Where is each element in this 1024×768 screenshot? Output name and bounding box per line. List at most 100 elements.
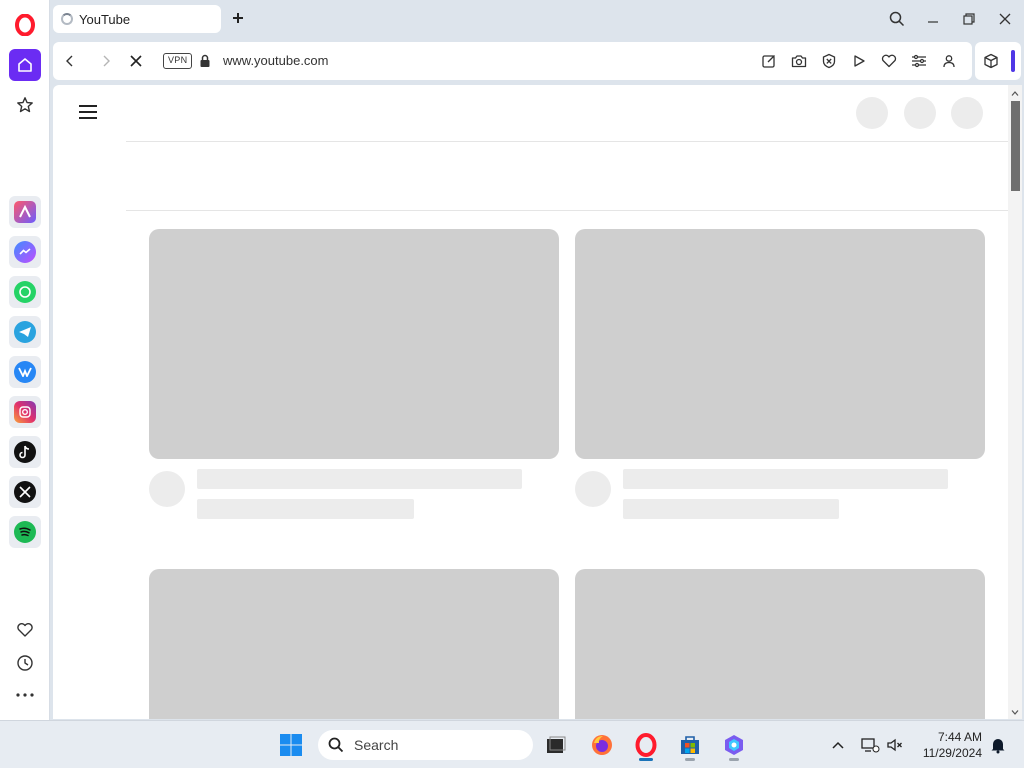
account-button[interactable] [940,52,958,70]
microsoft-store-icon [681,736,699,754]
menu-hamburger-icon[interactable] [79,105,99,121]
camera-icon [791,55,807,68]
whatsapp-icon [14,281,36,303]
settings-sliders-icon [912,54,926,68]
system-clock[interactable]: 7:44 AM 11/29/2024 [912,729,982,761]
url-field[interactable]: www.youtube.com [223,53,329,68]
plus-icon [233,13,243,23]
header-skeleton-circle [951,97,983,129]
sidebar-spotify-button[interactable] [9,516,41,548]
snapshot-button[interactable] [790,52,808,70]
page-scrollbar[interactable] [1008,85,1022,719]
easy-setup-button[interactable] [910,52,928,70]
volume-button[interactable] [879,729,911,761]
home-icon [18,58,32,72]
copilot-icon [725,735,743,755]
minimize-button[interactable] [919,6,947,32]
x-icon [14,481,36,503]
player-button[interactable] [850,52,868,70]
user-icon [943,55,955,68]
show-hidden-icons-button[interactable] [822,729,854,761]
clock-time: 7:44 AM [937,730,982,744]
sidebar-tiktok-button[interactable] [9,436,41,468]
opera-logo-icon[interactable] [15,13,35,37]
speaker-muted-icon [887,738,902,752]
sidebar-messenger-button[interactable] [9,236,41,268]
clock-icon [17,655,33,671]
sidebar-home-button[interactable] [9,49,41,81]
more-dots-icon [16,693,34,697]
copilot-taskbar-button[interactable] [718,729,750,761]
clock-date: 11/29/2024 [922,746,982,760]
channel-avatar-skeleton [575,471,611,507]
telegram-icon [14,321,36,343]
notifications-button[interactable] [982,729,1014,761]
sidebar-more-button[interactable] [9,679,41,711]
minimize-icon [928,21,938,23]
loading-spinner-icon [61,13,73,25]
video-meta-skeleton [623,499,839,519]
vk-icon [14,361,36,383]
messenger-icon [14,241,36,263]
sidebar-pinboards-button[interactable] [9,89,41,121]
sidebar-x-button[interactable] [9,476,41,508]
video-thumbnail-skeleton [575,569,985,719]
bookmark-page-button[interactable] [880,52,898,70]
scroll-thumb[interactable] [1011,101,1020,191]
scroll-up-icon[interactable] [1008,87,1022,99]
firefox-icon [592,735,612,755]
heart-outline-icon [17,623,33,637]
lock-icon[interactable] [196,52,214,70]
new-tab-button[interactable] [228,8,248,28]
restore-icon [963,13,975,25]
start-button[interactable] [275,729,307,761]
close-window-button[interactable] [991,6,1019,32]
restore-button[interactable] [955,6,983,32]
running-app-indicator [729,758,739,761]
tab-title: YouTube [79,11,131,27]
store-taskbar-button[interactable] [674,729,706,761]
opera-taskbar-button[interactable] [630,729,662,761]
page-viewport [53,85,1022,719]
channel-avatar-skeleton [149,471,185,507]
opera-sidebar [0,0,50,720]
snapshot-edit-button[interactable] [760,52,778,70]
aria-icon [14,201,36,223]
taskbar-search-box[interactable]: Search [318,730,533,760]
tab-search-button[interactable] [883,6,911,32]
close-icon [999,13,1011,25]
video-title-skeleton [197,469,522,489]
active-app-indicator [639,758,653,761]
sidebar-bookmarks-button[interactable] [9,614,41,646]
sidebar-instagram-button[interactable] [9,396,41,428]
address-bar: VPN www.youtube.com [53,42,972,80]
forward-button[interactable] [97,52,115,70]
vpn-badge[interactable]: VPN [163,53,193,69]
star-outline-icon [17,97,33,113]
taskbar-search-label: Search [354,737,399,753]
opera-icon [635,733,657,757]
stop-loading-button[interactable] [127,52,145,70]
windows-taskbar: Search 7:44 AM 11/29/2024 [0,720,1024,768]
browser-tab-youtube[interactable]: YouTube [53,5,221,33]
chips-divider [126,210,1008,211]
shield-block-icon [822,53,836,69]
bell-icon [991,739,1005,754]
scroll-down-icon[interactable] [1008,706,1022,718]
running-app-indicator [685,758,695,761]
firefox-taskbar-button[interactable] [586,729,618,761]
chevron-up-icon [832,741,844,749]
video-thumbnail-skeleton [575,229,985,459]
sidebar-vk-button[interactable] [9,356,41,388]
extensions-button[interactable] [982,52,1000,70]
video-title-skeleton [623,469,948,489]
task-view-button[interactable] [540,729,572,761]
play-icon [854,55,865,67]
task-view-icon [547,736,566,753]
sidebar-whatsapp-button[interactable] [9,276,41,308]
ad-blocker-button[interactable] [820,52,838,70]
sidebar-telegram-button[interactable] [9,316,41,348]
sidebar-history-button[interactable] [9,647,41,679]
sidebar-aria-button[interactable] [9,196,41,228]
back-button[interactable] [61,52,79,70]
